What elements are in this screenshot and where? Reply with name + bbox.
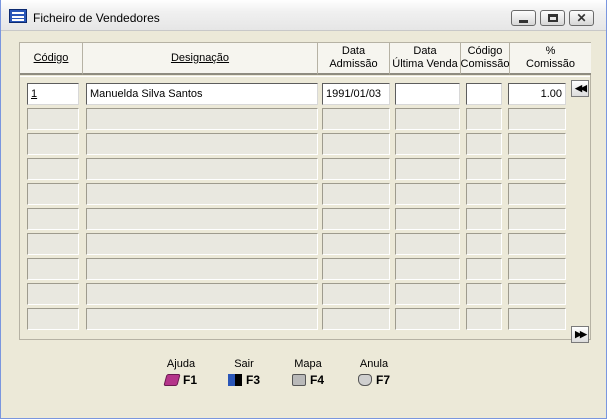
window-title: Ficheiro de Vendedores — [33, 11, 160, 25]
cell-data-ultima-venda[interactable] — [395, 283, 460, 305]
header-codigo[interactable]: Código — [20, 43, 83, 75]
cell-data-admissao[interactable] — [322, 233, 390, 255]
cell-pct-comissao[interactable] — [508, 133, 566, 155]
grid-divider — [20, 76, 590, 77]
close-icon: ✕ — [576, 11, 587, 25]
minimize-button[interactable] — [511, 10, 536, 26]
cell-codigo[interactable] — [27, 208, 79, 230]
cell-pct-comissao[interactable] — [508, 158, 566, 180]
cell-codigo[interactable] — [27, 133, 79, 155]
cell-pct-comissao[interactable] — [508, 258, 566, 280]
header-data-ultima-venda[interactable]: Data Última Venda — [390, 43, 461, 75]
cell-codigo-comissao[interactable] — [466, 158, 502, 180]
title-bar[interactable]: Ficheiro de Vendedores ✕ — [1, 0, 606, 31]
app-icon — [9, 9, 27, 23]
header-designacao[interactable]: Designação — [83, 43, 318, 75]
header-pct-comissao[interactable]: % Comissão — [510, 43, 591, 75]
cell-data-admissao[interactable] — [322, 283, 390, 305]
cell-codigo-comissao[interactable] — [466, 208, 502, 230]
cell-designacao[interactable] — [86, 208, 318, 230]
cell-data-admissao[interactable]: 1991/01/03 — [322, 83, 390, 105]
cell-codigo[interactable] — [27, 308, 79, 330]
cell-codigo-comissao[interactable] — [466, 183, 502, 205]
close-button[interactable]: ✕ — [569, 10, 594, 26]
help-button[interactable]: Ajuda F1 — [151, 358, 211, 387]
cell-codigo-comissao[interactable] — [466, 233, 502, 255]
cell-pct-comissao[interactable] — [508, 183, 566, 205]
cell-pct-comissao[interactable]: 1.00 — [508, 83, 566, 105]
cell-designacao[interactable] — [86, 308, 318, 330]
exit-button[interactable]: Sair F3 — [214, 358, 274, 387]
cell-codigo-comissao[interactable] — [466, 283, 502, 305]
cell-data-admissao[interactable] — [322, 258, 390, 280]
minimize-icon — [519, 19, 528, 23]
header-codigo-comissao[interactable]: Código Comissão — [461, 43, 510, 75]
cell-codigo-comissao[interactable] — [466, 308, 502, 330]
maximize-button[interactable] — [540, 10, 565, 26]
cell-data-admissao[interactable] — [322, 158, 390, 180]
trash-icon — [357, 374, 372, 386]
cell-codigo-comissao[interactable] — [466, 83, 502, 105]
main-window: Ficheiro de Vendedores ✕ Código Designaç… — [0, 0, 607, 419]
vendors-grid: Código Designação Data Admissão Data Últ… — [19, 42, 591, 343]
cell-data-ultima-venda[interactable] — [395, 108, 460, 130]
cancel-button[interactable]: Anula F7 — [344, 358, 404, 387]
printer-icon — [291, 374, 306, 386]
cell-designacao[interactable] — [86, 108, 318, 130]
cell-data-admissao[interactable] — [322, 308, 390, 330]
cell-data-ultima-venda[interactable] — [395, 308, 460, 330]
cell-codigo[interactable] — [27, 158, 79, 180]
cell-data-admissao[interactable] — [322, 133, 390, 155]
cell-data-admissao[interactable] — [322, 108, 390, 130]
cell-data-ultima-venda[interactable] — [395, 83, 460, 105]
cell-designacao[interactable] — [86, 283, 318, 305]
cell-designacao[interactable] — [86, 133, 318, 155]
cell-codigo[interactable] — [27, 258, 79, 280]
cell-data-admissao[interactable] — [322, 208, 390, 230]
rewind-icon: ◀◀ — [575, 83, 587, 93]
cell-designacao[interactable]: Manuelda Silva Santos — [86, 83, 318, 105]
cell-data-admissao[interactable] — [322, 183, 390, 205]
book-icon — [163, 374, 181, 386]
cell-pct-comissao[interactable] — [508, 308, 566, 330]
cell-pct-comissao[interactable] — [508, 233, 566, 255]
cell-codigo[interactable] — [27, 283, 79, 305]
rewind-button[interactable]: ◀◀ — [571, 80, 589, 97]
cell-codigo[interactable] — [27, 233, 79, 255]
cell-codigo-comissao[interactable] — [466, 108, 502, 130]
cell-codigo[interactable] — [27, 108, 79, 130]
cell-data-ultima-venda[interactable] — [395, 183, 460, 205]
fast-forward-button[interactable]: ▶▶ — [571, 326, 589, 343]
map-button[interactable]: Mapa F4 — [278, 358, 338, 387]
cell-designacao[interactable] — [86, 158, 318, 180]
cell-pct-comissao[interactable] — [508, 283, 566, 305]
cell-pct-comissao[interactable] — [508, 208, 566, 230]
cell-designacao[interactable] — [86, 183, 318, 205]
fast-forward-icon: ▶▶ — [575, 329, 587, 339]
cell-codigo[interactable] — [27, 183, 79, 205]
cell-codigo-comissao[interactable] — [466, 133, 502, 155]
exit-door-icon — [227, 374, 242, 386]
cell-data-ultima-venda[interactable] — [395, 158, 460, 180]
maximize-icon — [547, 14, 558, 22]
cell-codigo[interactable]: 1 — [27, 83, 79, 105]
header-data-admissao[interactable]: Data Admissão — [318, 43, 390, 75]
cell-designacao[interactable] — [86, 258, 318, 280]
cell-data-ultima-venda[interactable] — [395, 258, 460, 280]
cell-data-ultima-venda[interactable] — [395, 208, 460, 230]
cell-designacao[interactable] — [86, 233, 318, 255]
cell-pct-comissao[interactable] — [508, 108, 566, 130]
cell-data-ultima-venda[interactable] — [395, 233, 460, 255]
cell-codigo-comissao[interactable] — [466, 258, 502, 280]
cell-data-ultima-venda[interactable] — [395, 133, 460, 155]
